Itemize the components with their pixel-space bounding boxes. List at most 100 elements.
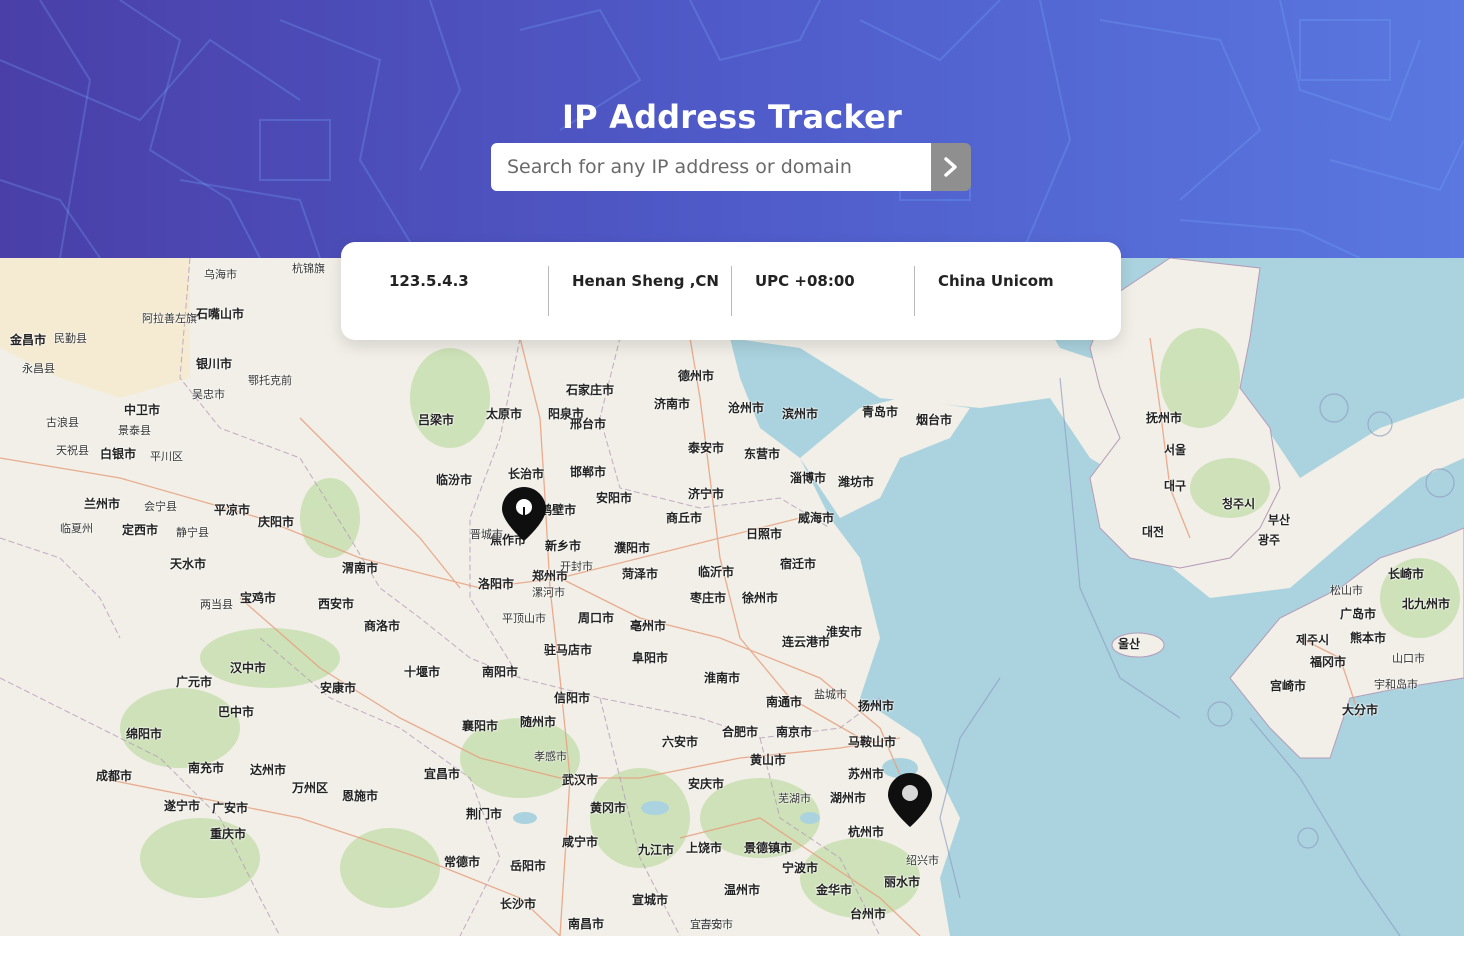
map-label: 鄂托克前 (248, 374, 292, 387)
map-label: 苏州市 (848, 767, 885, 781)
map-label: 汉中市 (230, 661, 267, 675)
map-label: 吕梁市 (418, 413, 455, 427)
map-label: 德州市 (678, 369, 715, 383)
map-label: 부산 (1268, 513, 1291, 527)
map-label: 民勤县 (54, 332, 87, 345)
location-marker-icon[interactable] (887, 772, 933, 828)
map-label: 温州市 (724, 883, 761, 897)
map-label: 日照市 (746, 527, 783, 541)
map-label: 杭锦旗 (292, 262, 325, 275)
map-label: 平凉市 (214, 503, 251, 517)
page-title: IP Address Tracker (562, 98, 902, 136)
page-footer (0, 936, 1464, 976)
search-submit-button[interactable] (931, 143, 971, 191)
map-label: 黄冈市 (590, 801, 627, 815)
map-label: 청주시 (1222, 497, 1256, 511)
map-label: 宇和岛市 (1374, 678, 1418, 691)
map-label: 庆阳市 (258, 515, 295, 529)
map-label: 临沂市 (698, 565, 735, 579)
location-marker-icon[interactable] (501, 486, 547, 542)
map-label: 长崎市 (1388, 567, 1425, 581)
map-label: 重庆市 (210, 827, 247, 841)
map-label: 天祝县 (56, 444, 89, 457)
map-view[interactable]: 乌海市 杭锦旗 石嘴山市 银川市 吴忠市 鄂托克前 阿拉善左旗 金昌市 民勤县 … (0, 258, 1464, 936)
divider (914, 266, 915, 316)
map-label: 巴中市 (218, 705, 255, 719)
map-label: 上饶市 (686, 841, 723, 855)
map-label: 宣城市 (632, 893, 669, 907)
divider (731, 266, 732, 316)
map-label: 白银市 (100, 447, 137, 461)
map-label: 抚州市 (1146, 411, 1183, 425)
map-label: 合肥市 (722, 725, 759, 739)
map-label: 漯河市 (532, 586, 565, 599)
location-value: Henan Sheng ,CN (572, 272, 719, 290)
map-label: 恩施市 (342, 789, 379, 803)
map-label: 广岛市 (1340, 607, 1377, 621)
map-label: 山口市 (1392, 652, 1425, 665)
map-label: 荆门市 (466, 807, 503, 821)
map-label: 阿拉善左旗 (142, 312, 197, 325)
map-label: 武汉市 (562, 773, 599, 787)
map-label: 青岛市 (862, 405, 899, 419)
map-label: 中卫市 (124, 403, 161, 417)
map-label: 开封市 (560, 560, 593, 573)
map-label: 银川市 (196, 357, 233, 371)
header-banner: IP Address Tracker (0, 0, 1464, 258)
map-label: 南昌市 (568, 917, 605, 931)
map-label: 驻马店市 (544, 643, 593, 657)
timezone-value: UPC +08:00 (755, 272, 855, 290)
chevron-right-icon (944, 157, 957, 177)
map-label: 南阳市 (482, 665, 519, 679)
map-label: 福冈市 (1310, 655, 1347, 669)
map-label: 六安市 (662, 735, 699, 749)
isp-value: China Unicom (938, 272, 1054, 290)
map-label: 南充市 (188, 761, 225, 775)
map-label: 대전 (1142, 525, 1165, 539)
map-label: 周口市 (578, 611, 615, 625)
map-label: 淄博市 (790, 471, 827, 485)
map-label: 安阳市 (596, 491, 633, 505)
map-label: 达州市 (250, 763, 287, 777)
map-label: 宝鸡市 (240, 591, 277, 605)
map-label: 新乡市 (545, 539, 582, 553)
map-label: 宜昌市 (424, 767, 461, 781)
map-label: 潍坊市 (838, 475, 875, 489)
map-label: 滨州市 (782, 407, 819, 421)
map-label: 淮南市 (704, 671, 741, 685)
map-label: 古浪县 (46, 416, 79, 429)
map-label: 成都市 (96, 769, 133, 783)
map-label: 枣庄市 (690, 591, 727, 605)
map-label: 西安市 (318, 597, 355, 611)
map-label: 宿迁市 (780, 557, 817, 571)
map-label: 洛阳市 (478, 577, 515, 591)
map-label: 信阳市 (554, 691, 591, 705)
map-label: 万州区 (292, 781, 329, 795)
map-label: 会宁县 (144, 500, 177, 513)
search-form (491, 143, 971, 191)
map-label: 十堰市 (404, 665, 441, 679)
map-label: 济宁市 (688, 487, 725, 501)
map-label: 广安市 (212, 801, 249, 815)
ip-search-input[interactable] (491, 143, 931, 191)
map-label: 九江市 (638, 843, 675, 857)
map-label: 晋城市 (470, 528, 503, 541)
map-label: 咸宁市 (562, 835, 599, 849)
map-label: 대구 (1164, 479, 1187, 493)
map-label: 菏泽市 (622, 567, 659, 581)
map-label: 岳阳市 (510, 859, 547, 873)
map-label: 石嘴山市 (196, 307, 245, 321)
ip-info-card: 123.5.4.3 Henan Sheng ,CN UPC +08:00 Chi… (341, 242, 1121, 340)
map-label: 熊本市 (1350, 631, 1387, 645)
ip-address-value: 123.5.4.3 (389, 272, 469, 290)
map-label: 马鞍山市 (848, 735, 897, 749)
map-label: 商洛市 (364, 619, 401, 633)
map-label: 两当县 (200, 598, 233, 611)
map-label: 徐州市 (742, 591, 779, 605)
isp-cell: China Unicom (914, 242, 1097, 340)
app-root: IP Address Tracker Search for any IP add… (0, 0, 1464, 976)
map-label: 孝感市 (534, 750, 567, 763)
map-label: 서울 (1164, 443, 1187, 457)
map-label: 平顶山市 (502, 612, 546, 625)
map-label: 吴忠市 (192, 388, 225, 401)
